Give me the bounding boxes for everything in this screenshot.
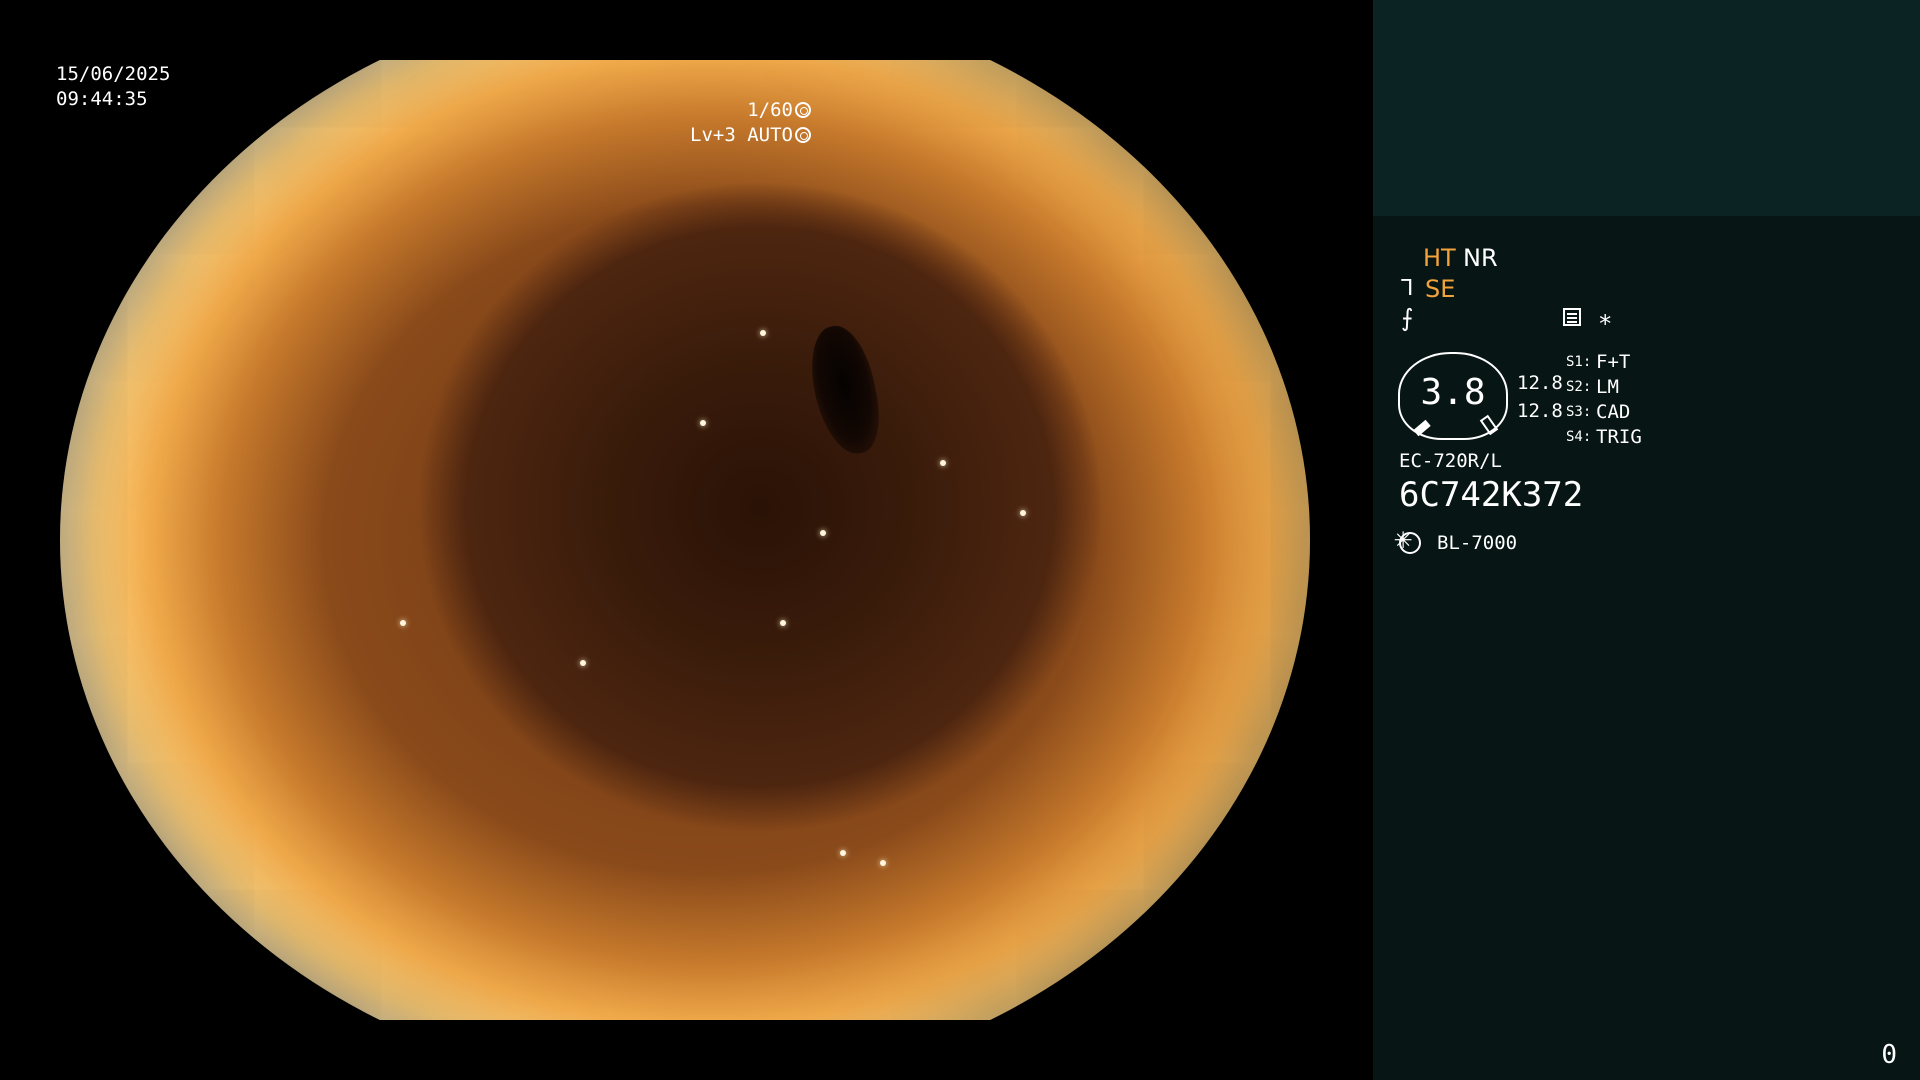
gauge-readout-1: 12.8 (1517, 372, 1563, 394)
scope-serial: 6C742K372 (1399, 475, 1584, 515)
image-counter: 0 (1881, 1040, 1897, 1070)
endoscopic-image (60, 60, 1310, 1020)
date-time: 15/06/2025 09:44:35 (56, 62, 170, 112)
switch-key: S4: (1566, 429, 1592, 445)
gauge-value: 3.8 (1420, 372, 1486, 413)
exposure-mode: AUTO (747, 124, 793, 146)
shutter-icon (795, 102, 811, 118)
reflection-spot (1020, 510, 1026, 516)
reflection-spot (820, 530, 826, 536)
shutter-info: 1/60 Lv+3 AUTO (690, 98, 811, 148)
nr-indicator: NR (1463, 244, 1498, 272)
gauge-readout-2: 12.8 (1517, 400, 1563, 422)
gauge-left-marker (1413, 419, 1431, 437)
se-indicator: SE (1425, 275, 1456, 303)
switch-value: TRIG (1596, 426, 1642, 448)
reflection-spot (940, 460, 946, 466)
light-source-icon (1394, 524, 1421, 554)
scope-model: EC-720R/L (1399, 450, 1502, 472)
structure-enhance-icon: ᒣ (1400, 276, 1414, 301)
iris-icon (795, 127, 811, 143)
reflection-spot (760, 330, 766, 336)
asterisk-icon: ∗ (1598, 305, 1613, 333)
endoscope-video: 15/06/2025 09:44:35 1/60 Lv+3 AUTO (0, 0, 1373, 1080)
switch-row: S4: TRIG (1566, 425, 1642, 450)
shutter-speed: 1/60 (747, 99, 793, 121)
reflection-spot (580, 660, 586, 666)
switch-key: S1: (1566, 354, 1592, 370)
ht-indicator: HT (1423, 244, 1456, 272)
info-panel: HT NR ᒣ SE ⨍ ∗ 3.8 12.8 12.8 S1: F+T S2: L… (1373, 0, 1920, 1080)
date-text: 15/06/2025 (56, 63, 171, 85)
switch-row: S1: F+T (1566, 350, 1642, 375)
mucosa-view (60, 60, 1310, 1020)
time-text: 09:44:35 (56, 88, 148, 110)
color-mode-icon: ⨍ (1401, 304, 1414, 332)
gauge-right-marker (1479, 414, 1499, 436)
switch-row: S2: LM (1566, 375, 1642, 400)
switch-value: LM (1596, 376, 1619, 398)
zoom-gauge: 3.8 (1398, 352, 1508, 440)
reflection-spot (400, 620, 406, 626)
switch-key: S2: (1566, 379, 1592, 395)
reflection-spot (840, 850, 846, 856)
panel-header-area (1373, 0, 1920, 216)
reflection-spot (880, 860, 886, 866)
settings-list-icon (1563, 308, 1581, 326)
light-source: BL-7000 (1437, 532, 1518, 554)
exposure-level: Lv+3 (690, 124, 736, 146)
reflection-spot (700, 420, 706, 426)
switch-key: S3: (1566, 404, 1592, 420)
switch-row: S3: CAD (1566, 400, 1642, 425)
switch-value: CAD (1596, 401, 1631, 423)
switch-value: F+T (1596, 351, 1631, 373)
reflection-spot (780, 620, 786, 626)
switch-assignments: S1: F+T S2: LM S3: CAD S4: TRIG (1566, 350, 1642, 450)
